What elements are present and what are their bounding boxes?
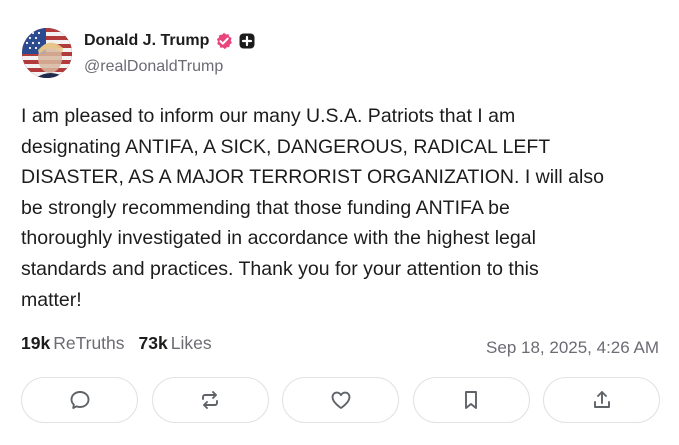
post-body-line: matter! <box>21 288 82 311</box>
likes-label: Likes <box>170 333 212 353</box>
verified-badge-icon <box>215 32 233 50</box>
post-body-line: be strongly recommending that those fund… <box>21 196 510 219</box>
avatar-image <box>22 28 72 78</box>
repost-icon <box>202 391 218 409</box>
share-button[interactable] <box>543 377 660 423</box>
author-name-row: Donald J. Trump <box>84 30 255 52</box>
author-display-name[interactable]: Donald J. Trump <box>84 32 209 50</box>
likes-count: 73k <box>138 333 168 353</box>
retruths-label: ReTruths <box>53 333 125 353</box>
author-handle[interactable]: @realDonaldTrump <box>84 58 223 76</box>
post-body-line: I am pleased to inform our many U.S.A. P… <box>21 105 516 127</box>
like-button[interactable] <box>282 377 399 423</box>
post-body-line: DISASTER, AS A MAJOR TERRORIST ORGANIZAT… <box>21 166 604 189</box>
retruths-stat[interactable]: 19k ReTruths <box>21 333 125 354</box>
bookmark-button[interactable] <box>412 377 530 423</box>
post-timestamp: Sep 18, 2025, 4:26 AM <box>486 338 659 357</box>
post-body-line: standards and practices. Thank you for y… <box>21 257 539 280</box>
plus-badge-icon <box>239 33 255 49</box>
bookmark-icon <box>465 391 477 409</box>
comment-icon <box>70 391 89 409</box>
likes-stat[interactable]: 73k Likes <box>139 333 212 354</box>
post-body: I am pleased to inform our many U.S.A. P… <box>21 101 661 315</box>
post-body-line: thoroughly investigated in accordance wi… <box>21 227 536 250</box>
share-icon <box>593 391 610 408</box>
post-stats: 19k ReTruths 73k Likes <box>21 333 212 354</box>
post-body-line: designating ANTIFA, A SICK, DANGEROUS, R… <box>21 135 551 158</box>
retruths-count: 19k <box>21 333 51 353</box>
reply-button[interactable] <box>21 377 138 423</box>
post-card: Donald J. Trump @realDonaldTrump I am pl… <box>0 0 679 445</box>
action-bar <box>21 377 660 425</box>
retruth-button[interactable] <box>151 377 269 423</box>
heart-icon <box>331 391 350 409</box>
profile-avatar[interactable] <box>22 28 72 78</box>
